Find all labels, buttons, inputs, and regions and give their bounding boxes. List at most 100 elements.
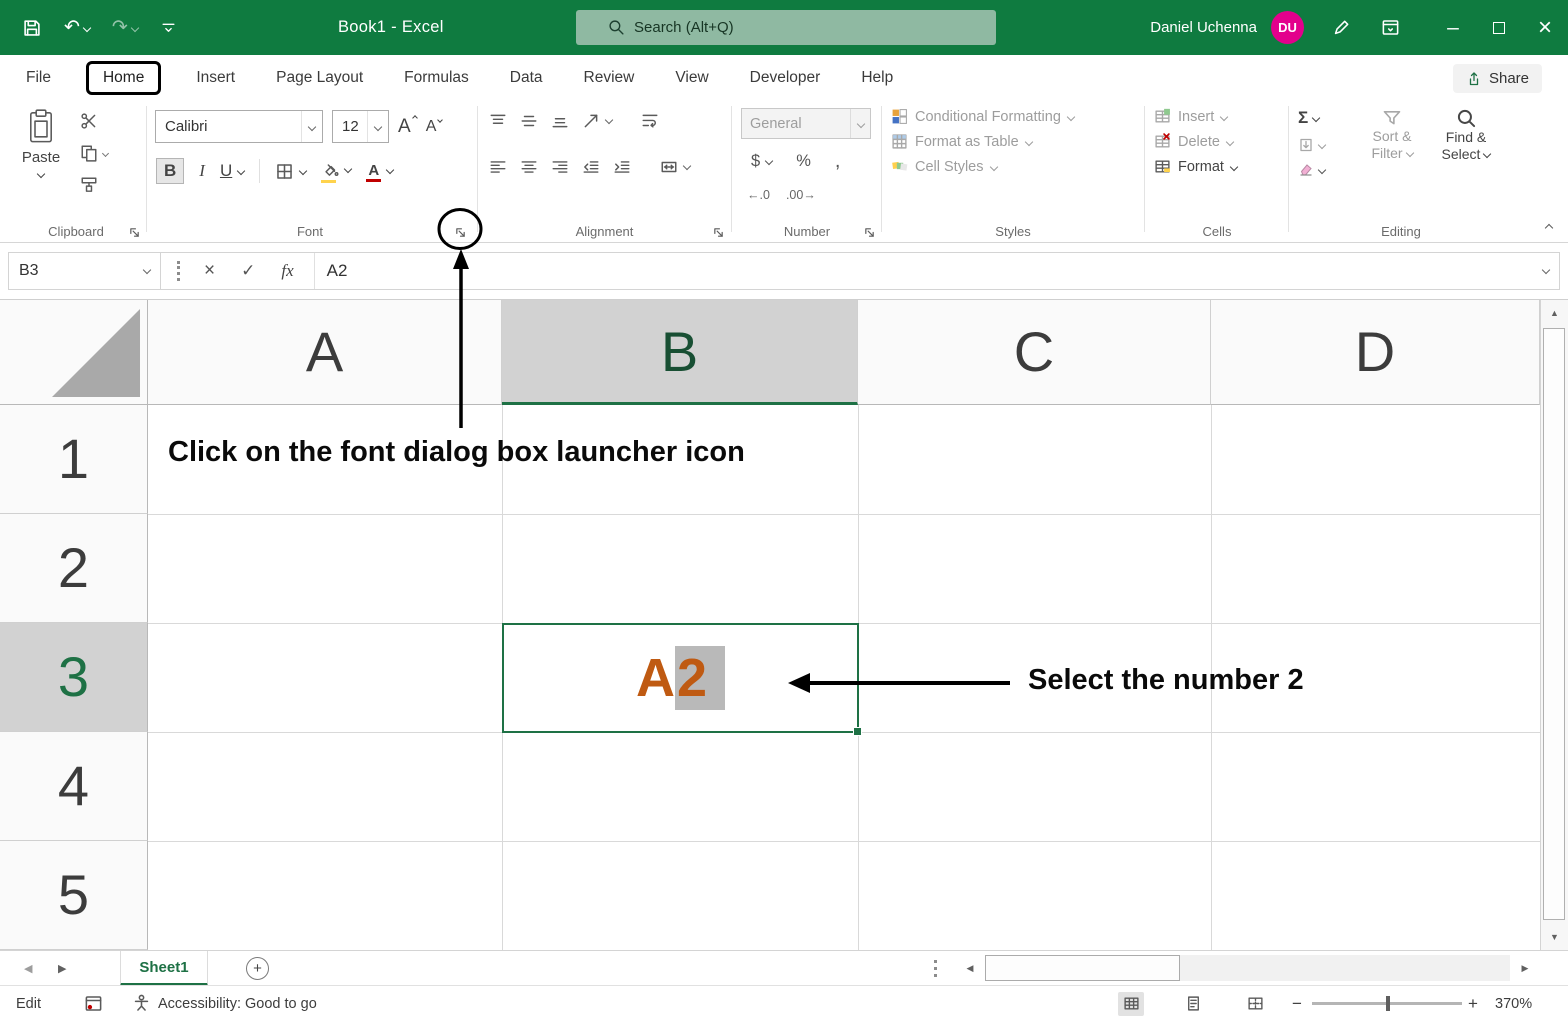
number-dialog-launcher[interactable] [864,227,875,238]
tab-page-layout[interactable]: Page Layout [276,69,363,87]
new-sheet-button[interactable]: + [246,957,269,980]
macro-record-button[interactable] [84,986,103,1020]
font-size-dropdown-icon[interactable] [367,111,388,142]
tab-data[interactable]: Data [510,69,543,87]
font-dialog-launcher[interactable] [455,227,466,238]
wrap-text-button[interactable] [641,112,659,130]
accessibility-status[interactable]: Accessibility: Good to go [158,986,317,1020]
insert-dropdown-icon[interactable] [1220,112,1228,120]
tab-home[interactable]: Home [86,61,161,95]
tab-splitter-handle[interactable] [934,960,937,977]
find-select-button[interactable]: Find & Select [1432,108,1500,163]
format-painter-button[interactable] [80,176,108,194]
maximize-button[interactable] [1476,0,1522,55]
row-header-2[interactable]: 2 [0,514,148,623]
paste-dropdown-icon[interactable] [37,170,45,178]
column-header-c[interactable]: C [858,300,1211,405]
conditional-formatting-button[interactable]: Conditional Formatting [891,108,1074,125]
italic-button[interactable]: I [199,161,205,181]
vscroll-up-icon[interactable]: ▲ [1541,300,1568,326]
fill-color-dropdown-icon[interactable] [344,165,352,173]
font-size-select[interactable]: 12 [332,110,389,143]
bold-button[interactable]: B [156,158,184,184]
tab-developer[interactable]: Developer [750,69,821,87]
vscroll-down-icon[interactable]: ▼ [1541,924,1568,950]
insert-cells-button[interactable]: Insert [1154,108,1237,125]
format-cells-button[interactable]: Format [1154,158,1237,175]
number-format-dropdown-icon[interactable] [850,109,870,138]
tab-view[interactable]: View [675,69,708,87]
autosum-dropdown-icon[interactable] [1312,114,1320,122]
increase-font-size-button[interactable]: A [398,116,417,138]
decrease-decimal-button[interactable]: .00→ [786,188,816,202]
find-select-dropdown-icon[interactable] [1483,150,1491,158]
fill-handle[interactable] [853,727,862,736]
formula-input[interactable]: A2 [327,261,1543,281]
increase-indent-button[interactable] [613,158,631,176]
selected-character[interactable]: 2 [675,646,725,710]
select-all-button[interactable] [0,300,148,405]
conditional-formatting-dropdown-icon[interactable] [1067,112,1075,120]
clear-button[interactable] [1298,162,1325,178]
copy-dropdown-icon[interactable] [102,149,109,156]
align-bottom-button[interactable] [551,112,569,130]
save-button[interactable] [22,18,42,38]
row-header-3[interactable]: 3 [0,623,148,732]
row-header-5[interactable]: 5 [0,841,148,950]
undo-dropdown-icon[interactable] [83,23,91,31]
zoom-level[interactable]: 370% [1495,986,1532,1020]
column-header-a[interactable]: A [148,300,502,405]
sheet-nav-prev-icon[interactable]: ◀ [24,951,32,986]
tab-formulas[interactable]: Formulas [404,69,469,87]
tab-review[interactable]: Review [584,69,635,87]
normal-view-button[interactable] [1118,986,1144,1020]
page-break-view-button[interactable] [1242,986,1268,1020]
column-header-b[interactable]: B [502,300,858,405]
format-as-table-button[interactable]: Format as Table [891,133,1074,150]
zoom-slider-thumb[interactable] [1386,996,1390,1011]
cell-styles-dropdown-icon[interactable] [989,162,997,170]
hscroll-thumb[interactable] [985,955,1180,981]
font-name-select[interactable]: Calibri [155,110,323,143]
sheet-tab-sheet1[interactable]: Sheet1 [120,951,208,986]
collapse-ribbon-button[interactable] [1546,216,1552,234]
name-box[interactable]: B3 [9,253,161,289]
pen-button[interactable] [1332,18,1351,37]
vertical-scrollbar[interactable]: ▲ ▼ [1540,300,1568,950]
borders-button[interactable] [275,161,306,181]
alignment-dialog-launcher[interactable] [713,227,724,238]
format-dropdown-icon[interactable] [1230,162,1238,170]
formula-bar-resize-handle[interactable] [177,261,180,281]
merge-center-button[interactable] [660,158,690,176]
user-name[interactable]: Daniel Uchenna [1150,19,1257,36]
align-middle-button[interactable] [520,112,538,130]
underline-dropdown-icon[interactable] [237,167,245,175]
name-box-dropdown-icon[interactable] [144,262,150,280]
delete-cells-button[interactable]: Delete [1154,133,1237,150]
customize-quick-access-toolbar-button[interactable] [160,19,177,36]
number-format-select[interactable]: General [741,108,871,139]
fill-dropdown-icon[interactable] [1318,141,1326,149]
zoom-slider[interactable] [1312,1002,1462,1005]
redo-dropdown-icon[interactable] [131,23,139,31]
expand-formula-bar-icon[interactable] [1543,262,1549,280]
paste-button[interactable]: Paste [12,108,70,177]
font-name-dropdown-icon[interactable] [301,111,322,142]
percent-style-button[interactable]: % [796,152,811,171]
tab-help[interactable]: Help [861,69,893,87]
tab-insert[interactable]: Insert [196,69,235,87]
delete-dropdown-icon[interactable] [1226,137,1234,145]
align-left-button[interactable] [489,158,507,176]
comma-style-button[interactable]: , [835,150,841,173]
orientation-dropdown-icon[interactable] [605,116,613,124]
accessibility-checker-button[interactable] [132,986,151,1020]
orientation-button[interactable] [582,112,612,130]
share-button[interactable]: Share [1453,64,1542,93]
copy-button[interactable] [80,144,108,162]
search-box[interactable]: Search (Alt+Q) [576,10,996,45]
merge-dropdown-icon[interactable] [683,162,691,170]
cut-button[interactable] [80,112,108,130]
tab-file[interactable]: File [26,69,51,87]
vscroll-thumb[interactable] [1543,328,1565,920]
fill-button[interactable] [1298,137,1325,153]
